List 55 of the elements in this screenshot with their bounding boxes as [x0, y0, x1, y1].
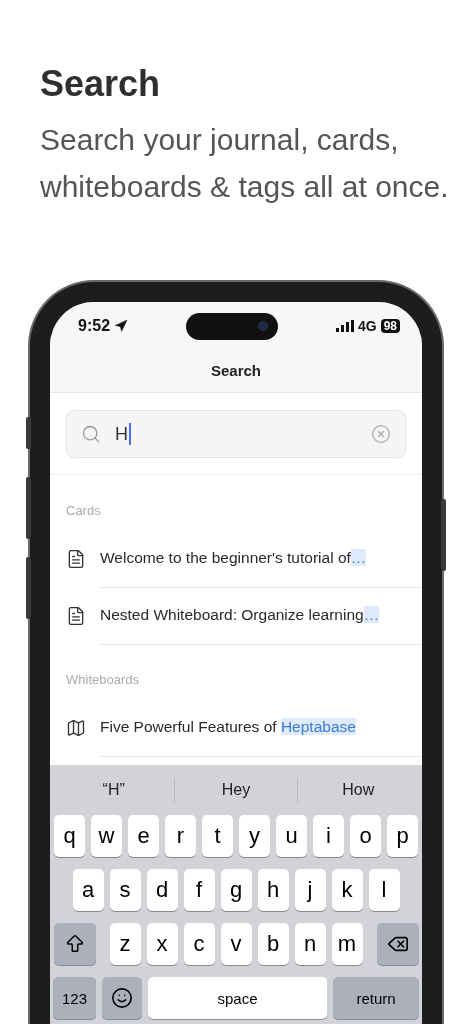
keyboard-key[interactable]: t	[202, 815, 233, 857]
result-title[interactable]: Welcome to the beginner's tutorial of…	[100, 549, 367, 567]
search-field[interactable]: H	[66, 410, 406, 458]
battery-level: 98	[380, 319, 400, 333]
keyboard-key[interactable]: g	[220, 869, 252, 911]
space-key[interactable]: space	[148, 977, 327, 1019]
keyboard-key[interactable]: l	[368, 869, 400, 911]
keyboard-key[interactable]: s	[109, 869, 141, 911]
search-text: H	[115, 423, 128, 445]
keyboard-key[interactable]: w	[91, 815, 122, 857]
keyboard-key[interactable]: o	[350, 815, 381, 857]
keyboard-key[interactable]: z	[109, 923, 141, 965]
search-icon	[81, 424, 101, 444]
document-icon	[66, 605, 86, 626]
keyboard-key[interactable]: r	[165, 815, 196, 857]
emoji-icon	[111, 987, 133, 1009]
document-icon	[66, 548, 86, 569]
result-title[interactable]: Nested Whiteboard: Organize learning…	[100, 606, 380, 624]
signal-icon	[335, 320, 354, 332]
keyboard-key[interactable]: b	[257, 923, 289, 965]
keyboard-key[interactable]: p	[387, 815, 418, 857]
section-title: Cards	[65, 502, 102, 520]
keyboard-key[interactable]: k	[331, 869, 363, 911]
page-subtitle: Search your journal, cards, whiteboards & tags all at once.	[40, 122, 450, 205]
keyboard-key[interactable]: c	[183, 923, 215, 965]
delete-key[interactable]	[376, 923, 419, 965]
keyboard-key[interactable]: i	[313, 815, 344, 857]
keyboard-key[interactable]: u	[276, 815, 307, 857]
keyboard-key[interactable]: j	[294, 869, 326, 911]
suggestion[interactable]: “H”	[53, 781, 175, 799]
page-title: Search	[40, 62, 161, 106]
location-icon	[114, 319, 129, 333]
keyboard-key[interactable]: d	[146, 869, 178, 911]
keyboard-key[interactable]: m	[331, 923, 363, 965]
keyboard-key[interactable]: e	[128, 815, 159, 857]
keyboard-key[interactable]: h	[257, 869, 289, 911]
keyboard-key[interactable]: x	[146, 923, 178, 965]
keyboard-key[interactable]: n	[294, 923, 326, 965]
section-title: Whiteboards	[65, 671, 140, 689]
map-icon	[66, 717, 86, 738]
network-label: 4G	[357, 318, 377, 334]
shift-key[interactable]	[53, 923, 96, 965]
numbers-key[interactable]: 123	[53, 977, 96, 1019]
keyboard-key[interactable]: q	[54, 815, 85, 857]
keyboard-key[interactable]: a	[72, 869, 104, 911]
suggestion[interactable]: Hey	[175, 781, 297, 799]
keyboard-key[interactable]: y	[239, 815, 270, 857]
status-time: 9:52	[78, 317, 111, 335]
keyboard-key[interactable]: f	[183, 869, 215, 911]
emoji-key[interactable]	[102, 977, 142, 1019]
result-title[interactable]: Five Powerful Features of Heptabase	[100, 718, 356, 736]
nav-title: Search	[209, 361, 262, 381]
suggestion[interactable]: How	[297, 781, 419, 799]
return-key[interactable]: return	[333, 977, 419, 1019]
keyboard-key[interactable]: v	[220, 923, 252, 965]
